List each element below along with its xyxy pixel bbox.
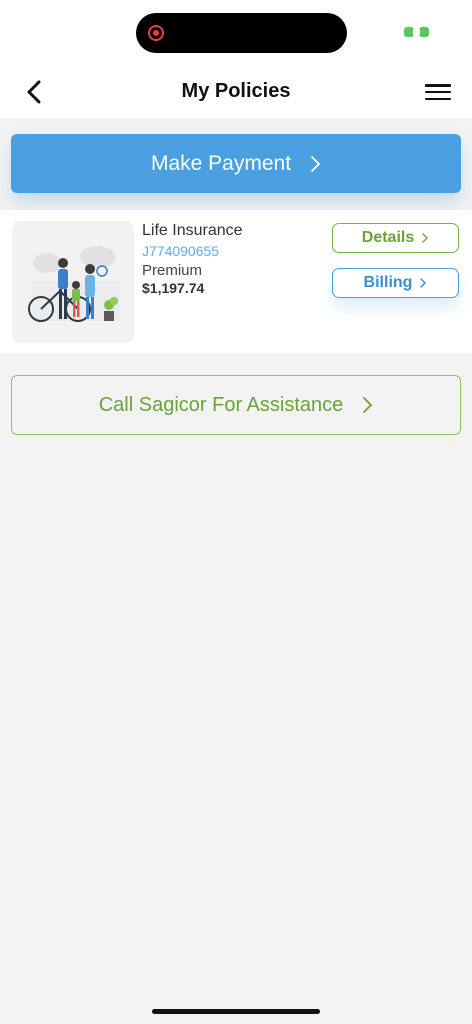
menu-button[interactable] [422, 78, 454, 106]
billing-label: Billing [363, 274, 413, 291]
battery-icon [404, 27, 429, 37]
menu-line [425, 90, 451, 94]
make-payment-label: Make Payment [150, 151, 292, 175]
chevron-right-icon [422, 233, 428, 243]
chevron-right-icon [311, 155, 320, 172]
premium-label: Premium [142, 262, 203, 279]
recording-indicator-icon [148, 25, 164, 41]
page-title: My Policies [181, 80, 291, 102]
navigation-bar: My Policies [0, 64, 472, 118]
chevron-right-icon [363, 397, 373, 413]
hamburger-menu-icon [425, 84, 451, 87]
policy-number: J774090655 [142, 243, 220, 259]
status-bar [0, 0, 472, 64]
chevron-right-icon [420, 278, 427, 288]
billing-button[interactable]: Billing [332, 268, 459, 298]
home-indicator[interactable] [152, 1009, 320, 1014]
menu-line [425, 97, 451, 100]
dynamic-island [136, 13, 347, 53]
details-button[interactable]: Details [332, 223, 459, 253]
call-assistance-button[interactable]: Call Sagicor For Assistance [11, 375, 461, 435]
family-illustration-image [12, 221, 134, 343]
details-label: Details [361, 229, 415, 246]
make-payment-button[interactable]: Make Payment [11, 134, 461, 193]
policy-name: Life Insurance [142, 222, 243, 239]
call-assistance-label: Call Sagicor For Assistance [98, 393, 344, 416]
policy-card[interactable]: Life Insurance J774090655 Premium $1,197… [0, 210, 472, 353]
premium-value: $1,197.74 [142, 280, 205, 296]
